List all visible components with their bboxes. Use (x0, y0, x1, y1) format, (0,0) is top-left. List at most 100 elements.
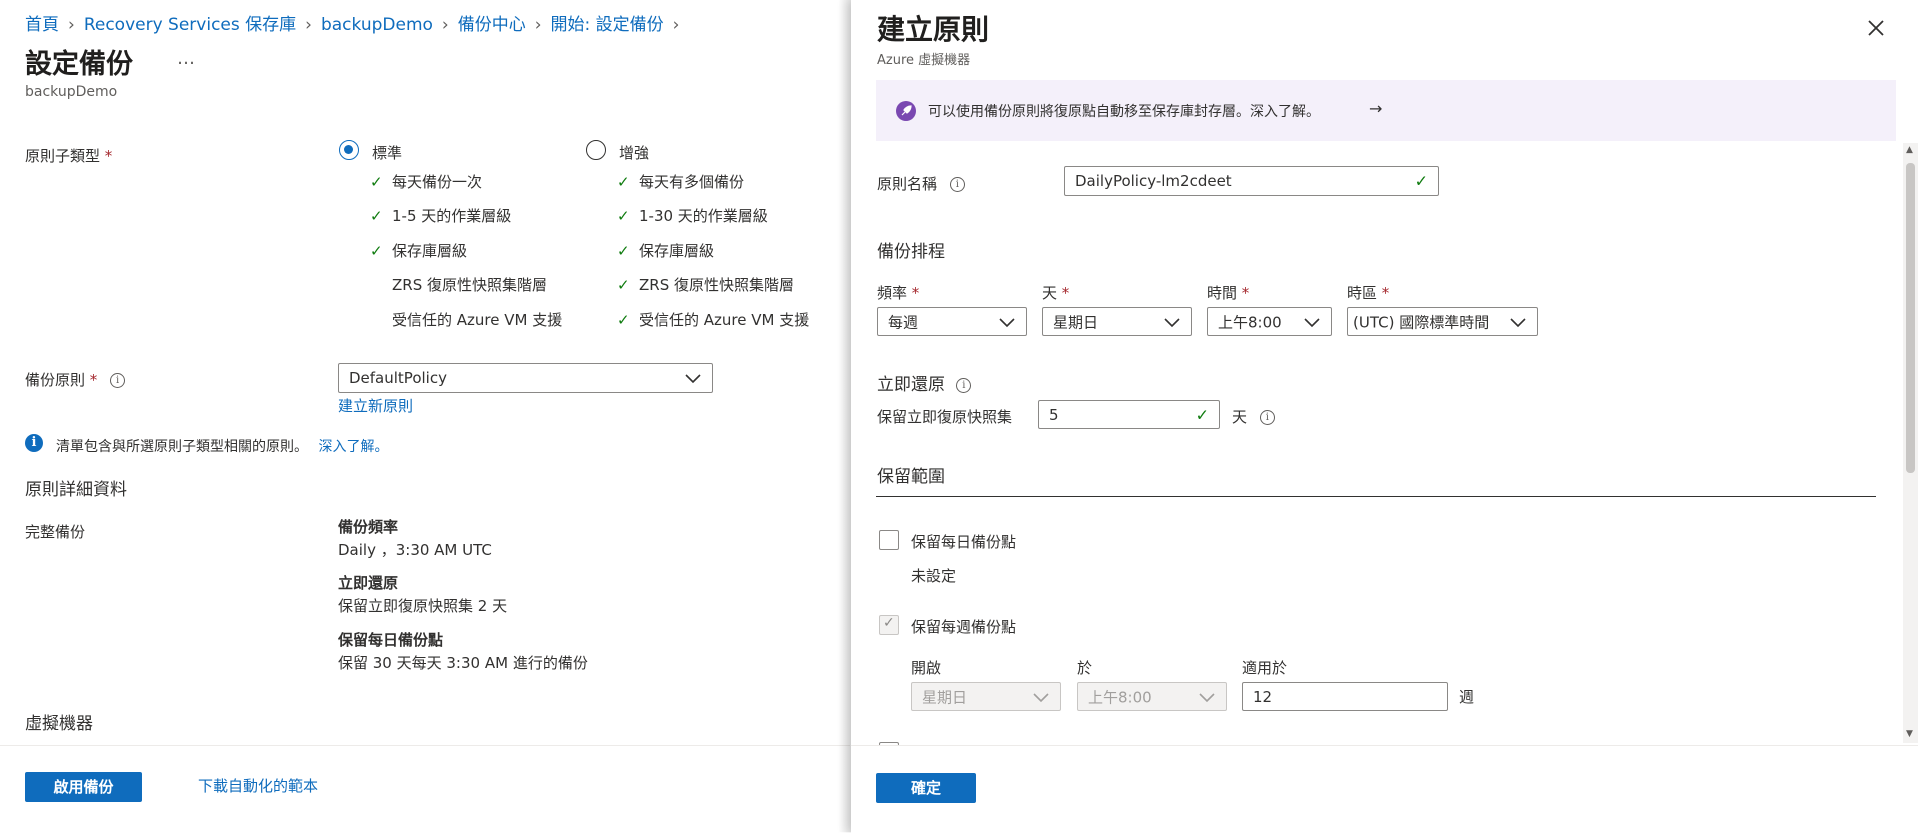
left-footer: 啟用備份 下載自動化的範本 (0, 745, 850, 833)
required-mark: * (1381, 284, 1390, 302)
info-icon[interactable]: i (1259, 410, 1275, 425)
backup-policy-value: DefaultPolicy (349, 369, 447, 387)
checkmark-icon: ✓ (617, 207, 630, 225)
breadcrumb-home[interactable]: 首頁 (25, 15, 59, 35)
weekly-count-input[interactable]: 12 (1242, 682, 1448, 711)
feature-text: 每天備份一次 (392, 173, 483, 191)
chevron-right-icon: › (441, 15, 449, 35)
enhanced-feature-item: ✓ 每天有多個備份 (617, 171, 744, 192)
timezone-dropdown[interactable]: (UTC) 國際標準時間 (1347, 307, 1538, 336)
checkmark-icon: ✓ (370, 207, 383, 225)
radio-enhanced-label: 增強 (619, 144, 650, 162)
page-subtitle: backupDemo (25, 84, 118, 100)
day-label-text: 天 (1042, 284, 1058, 302)
configure-backup-page: 首頁 › Recovery Services 保存庫 › backupDemo › 備份中心… (0, 0, 850, 833)
policy-name-label: 原則名稱 i (877, 173, 965, 194)
chevron-right-icon: › (305, 15, 312, 35)
create-policy-panel: 建立原則 Azure 虛擬機器 可以使用備份原則將復原點自動移至保存庫封存層。深… (851, 0, 1918, 833)
feature-text: 1-30 天的作業層級 (639, 207, 768, 225)
frequency-dropdown[interactable]: 每週 (877, 307, 1027, 336)
instant-restore-value: 保留立即復原快照集 2 天 (338, 597, 508, 615)
retention-range-title: 保留範圍 (877, 467, 945, 487)
more-options-button[interactable]: … (177, 48, 196, 69)
chevron-down-icon (1510, 317, 1526, 327)
enhanced-feature-item: ✓ 受信任的 Azure VM 支援 (617, 309, 809, 330)
radio-enhanced[interactable] (586, 140, 606, 160)
virtual-machines-title: 虛擬機器 (25, 714, 93, 734)
required-mark: * (89, 371, 98, 389)
feature-text: 保存庫層級 (639, 242, 715, 260)
breadcrumb-vault[interactable]: backupDemo (321, 15, 433, 35)
backup-policy-label: 備份原則 * i (25, 369, 126, 390)
weeks-unit: 週 (1459, 688, 1475, 706)
required-mark: * (1061, 284, 1070, 302)
backup-policy-dropdown[interactable]: DefaultPolicy (338, 363, 713, 393)
weekly-on-label: 開啟 (911, 659, 942, 677)
weekly-time-dropdown[interactable]: 上午8:00 (1077, 682, 1227, 711)
scroll-down-icon[interactable]: ▼ (1906, 729, 1913, 739)
info-icon[interactable]: i (949, 177, 965, 192)
checkmark-icon: ✓ (617, 242, 630, 260)
day-label: 天 * (1042, 282, 1069, 303)
weekly-retention-label: 保留每週備份點 (911, 618, 1017, 636)
enhanced-feature-item: ✓ 保存庫層級 (617, 240, 714, 261)
day-value: 星期日 (1053, 313, 1099, 331)
info-note: 清單包含與所選原則子類型相關的原則。 深入了解。 (56, 436, 388, 456)
learn-more-link[interactable]: 深入了解。 (318, 439, 388, 455)
timezone-value: (UTC) 國際標準時間 (1353, 313, 1490, 331)
time-label: 時間 * (1207, 282, 1249, 303)
create-new-policy-link[interactable]: 建立新原則 (338, 395, 413, 416)
breadcrumb-backup-center[interactable]: 備份中心 (458, 15, 526, 35)
standard-feature-item: ✓ 1-5 天的作業層級 (370, 205, 511, 226)
scrollbar-thumb[interactable] (1906, 163, 1915, 473)
days-unit-text: 天 (1232, 408, 1248, 426)
arrow-right-icon[interactable]: → (1369, 99, 1382, 118)
scroll-up-icon[interactable]: ▲ (1906, 145, 1913, 155)
breadcrumb: 首頁 › Recovery Services 保存庫 › backupDemo › 備份中心… (25, 10, 688, 35)
daily-retention-value: 保留 30 天每天 3:30 AM 進行的備份 (338, 654, 588, 672)
info-icon[interactable]: i (110, 373, 126, 388)
checkmark-icon: ✓ (370, 173, 383, 191)
rocket-icon (896, 101, 916, 121)
checkmark-icon: ✓ (370, 242, 383, 260)
time-dropdown[interactable]: 上午8:00 (1207, 307, 1332, 336)
required-mark: * (104, 147, 113, 165)
instant-restore-title: 立即還原 (877, 375, 945, 395)
chevron-down-icon (685, 374, 701, 384)
weekly-day-dropdown[interactable]: 星期日 (911, 682, 1061, 711)
panel-scrollbar[interactable]: ▲ ▼ (1903, 143, 1918, 743)
frequency-label-text: 頻率 (877, 284, 908, 302)
policy-name-input[interactable]: DailyPolicy-lm2cdeet ✓ (1064, 166, 1439, 196)
info-icon[interactable]: i (956, 377, 972, 393)
close-icon[interactable] (1864, 16, 1888, 40)
full-backup-label: 完整備份 (25, 523, 86, 541)
chevron-right-icon: › (534, 15, 542, 35)
instant-restore-section: 立即還原 i (877, 370, 972, 395)
enable-backup-button[interactable]: 啟用備份 (25, 772, 142, 802)
daily-retention-checkbox[interactable] (879, 530, 899, 550)
breadcrumb-vault-type[interactable]: Recovery Services 保存庫 (84, 15, 296, 35)
standard-feature-item: ✓ 保存庫層級 (370, 240, 467, 261)
enhanced-feature-item: ✓ 1-30 天的作業層級 (617, 205, 768, 226)
radio-standard-label: 標準 (372, 144, 403, 162)
page-title: 設定備份 (25, 49, 133, 80)
standard-feature-item: ZRS 復原性快照集階層 (370, 274, 547, 295)
weekly-retention-checkbox[interactable]: ✓ (879, 615, 899, 635)
checkmark-icon: ✓ (617, 276, 630, 294)
ok-button[interactable]: 確定 (876, 773, 976, 803)
day-dropdown[interactable]: 星期日 (1042, 307, 1192, 336)
daily-retention-title: 保留每日備份點 (338, 631, 444, 649)
backup-schedule-title: 備份排程 (877, 242, 945, 262)
download-template-link[interactable]: 下載自動化的範本 (198, 775, 318, 796)
panel-subtitle: Azure 虛擬機器 (877, 53, 971, 68)
required-mark: * (911, 284, 920, 302)
breadcrumb-start[interactable]: 開始: 設定備份 (551, 15, 664, 35)
feature-text: 1-5 天的作業層級 (392, 207, 512, 225)
chevron-right-icon: › (672, 15, 680, 35)
chevron-down-icon (1164, 317, 1180, 327)
radio-standard[interactable] (339, 140, 359, 160)
retain-snapshot-label: 保留立即復原快照集 (877, 408, 1013, 426)
retain-snapshot-input[interactable]: 5 ✓ (1038, 400, 1220, 429)
frequency-value: Daily ，3:30 AM UTC (338, 541, 492, 559)
policy-name-label-text: 原則名稱 (877, 175, 938, 193)
